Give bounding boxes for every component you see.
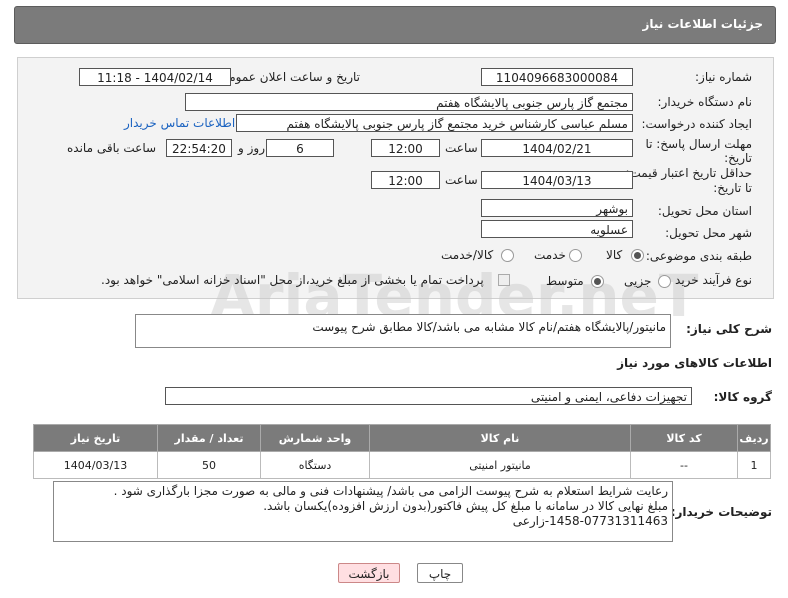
remaining-time-field: 22:54:20 [166,139,232,157]
validity-time-field: 12:00 [371,171,440,189]
table-row: 1 -- مانیتور امنیتی دستگاه 50 1404/03/13 [33,451,771,479]
buyer-notes-line: رعایت شرایط استعلام به شرح پیوست الزامی … [113,484,668,498]
requester-label: ایجاد کننده درخواست: [641,117,752,131]
process-option-medium: متوسط [546,274,584,288]
goods-group-label: گروه کالا: [713,390,772,404]
buyer-notes-line: مبلغ نهایی کالا در سامانه با مبلغ کل پیش… [263,499,668,513]
province-field: بوشهر [481,199,633,217]
requester-field: مسلم عباسی کارشناس خرید مجتمع گاز پارس ج… [236,114,633,132]
validity-label-2: تا تاریخ: [713,181,752,195]
deadline-label-2: تاریخ: [724,151,752,165]
category-radio-both[interactable] [501,249,514,262]
category-label: طبقه بندی موضوعی: [645,249,752,263]
goods-section-title: اطلاعات کالاهای مورد نیاز [617,356,772,370]
category-radio-goods[interactable] [631,249,644,262]
deadline-time-label: ساعت [445,141,478,155]
remaining-time-label: ساعت باقی مانده [67,141,157,155]
deadline-label: مهلت ارسال پاسخ: تا [645,137,752,151]
days-remaining-field: 6 [266,139,334,157]
city-label: شهر محل تحویل: [665,226,752,240]
buyer-org-label: نام دستگاه خریدار: [657,95,753,109]
buyer-notes-label: توضیحات خریدار: [670,505,772,519]
process-option-minor: جزیی [624,274,652,288]
buyer-contact-link[interactable]: اطلاعات تماس خریدار [124,116,235,130]
buyer-notes-textarea: رعایت شرایط استعلام به شرح پیوست الزامی … [53,481,673,542]
goods-group-field: تجهیزات دفاعی، ایمنی و امنیتی [165,387,692,405]
need-number-field: 1104096683000084 [481,68,633,86]
need-number-label: شماره نیاز: [695,70,752,84]
process-radio-minor[interactable] [658,275,671,288]
back-button[interactable]: بازگشت [338,563,400,583]
table-header-row: ردیف کد کالا نام کالا واحد شمارش تعداد /… [33,424,771,452]
goods-table: ردیف کد کالا نام کالا واحد شمارش تعداد /… [33,424,771,479]
col-goods-code: کد کالا [630,424,738,452]
page-title: جزئیات اطلاعات نیاز [642,17,763,31]
buyer-org-field: مجتمع گاز پارس جنوبی پالایشگاه هفتم [185,93,633,111]
cell-quantity: 50 [157,451,261,479]
validity-date-field: 1404/03/13 [481,171,633,189]
province-label: استان محل تحویل: [657,204,752,218]
deadline-date-field: 1404/02/21 [481,139,633,157]
announce-date-field: 1404/02/14 - 11:18 [79,68,231,86]
cell-row-number: 1 [737,451,771,479]
validity-label: حداقل تاریخ اعتبار قیمت: [625,166,752,180]
col-quantity: تعداد / مقدار [157,424,261,452]
print-button[interactable]: چاپ [417,563,463,583]
col-row-number: ردیف [737,424,771,452]
summary-label: شرح کلی نیاز: [686,322,772,336]
panel-header: جزئیات اطلاعات نیاز [14,6,776,44]
city-field: عسلویه [481,220,633,238]
deadline-time-field: 12:00 [371,139,440,157]
treasury-payment-note: پرداخت تمام یا بخشی از مبلغ خرید،از محل … [101,273,484,287]
category-option-service: خدمت [534,248,566,262]
announce-date-label: تاریخ و ساعت اعلان عمومی: [215,70,360,84]
cell-unit: دستگاه [260,451,370,479]
category-radio-service[interactable] [569,249,582,262]
col-unit: واحد شمارش [260,424,370,452]
cell-goods-code: -- [630,451,738,479]
cell-need-date: 1404/03/13 [33,451,158,479]
summary-textarea: مانیتور/پالایشگاه هفتم/نام کالا مشابه می… [135,314,671,348]
days-label: روز و [238,141,265,155]
cell-goods-name: مانیتور امنیتی [369,451,631,479]
process-type-label: نوع فرآیند خرید : [667,273,752,287]
col-need-date: تاریخ نیاز [33,424,158,452]
category-option-goods: کالا [606,248,623,262]
category-option-both: کالا/خدمت [441,248,494,262]
treasury-payment-checkbox[interactable] [498,274,510,286]
process-radio-medium[interactable] [591,275,604,288]
buyer-notes-line: 1458-07731311463-زارعی [512,514,668,528]
validity-time-label: ساعت [445,173,478,187]
col-goods-name: نام کالا [369,424,631,452]
